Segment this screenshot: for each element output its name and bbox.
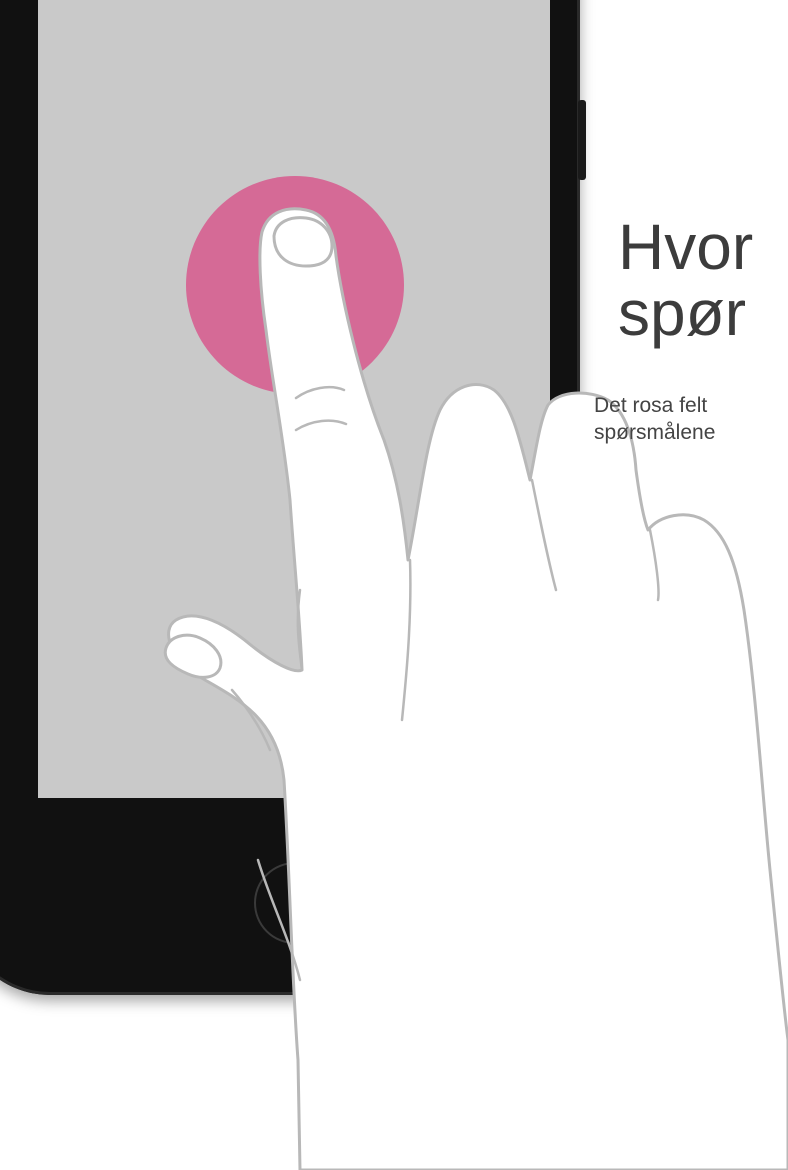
- description-line-2: spørsmålene: [594, 421, 716, 444]
- page-title: Hvor spør: [618, 214, 753, 346]
- description-line-1: Det rosa felt: [594, 394, 708, 417]
- onboarding-slide: Hvor spør Det rosa felt spørsmålene: [0, 0, 788, 1170]
- page-title-line-2: spør: [618, 277, 746, 349]
- description-text: Det rosa felt spørsmålene: [594, 392, 715, 446]
- page-title-line-1: Hvor: [618, 211, 754, 283]
- pointing-hand-icon: [163, 207, 788, 1170]
